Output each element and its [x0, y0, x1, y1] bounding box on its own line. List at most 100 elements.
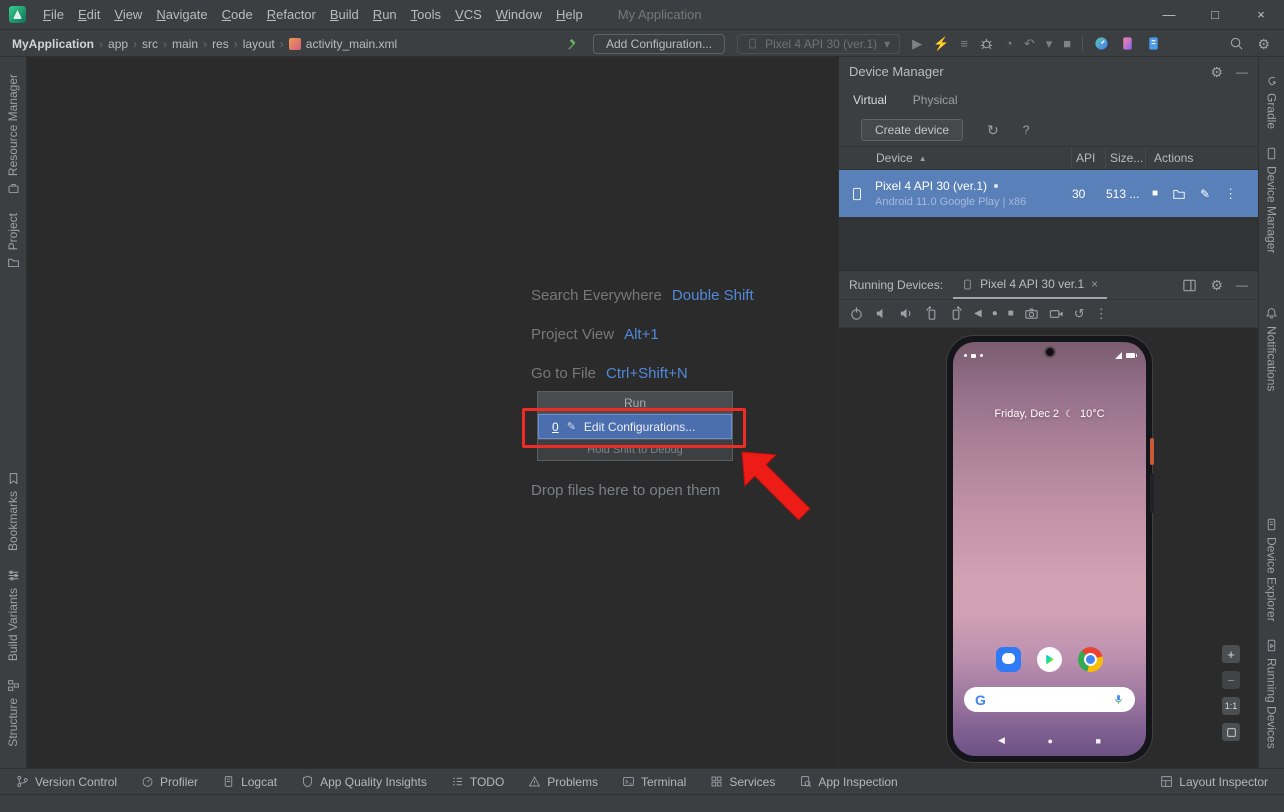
device-selector-dropdown[interactable]: Pixel 4 API 30 (ver.1) ▾	[737, 33, 901, 54]
apply-changes-icon[interactable]: ⚡	[933, 36, 949, 52]
sidebar-item-device-manager[interactable]: Device Manager	[1265, 138, 1279, 262]
sidebar-item-build-variants[interactable]: Build Variants	[6, 560, 20, 670]
add-configuration-button[interactable]: Add Configuration...	[593, 33, 726, 54]
sidebar-item-notifications[interactable]: Notifications	[1265, 298, 1279, 400]
bottom-item-profiler[interactable]: Profiler	[141, 775, 198, 789]
zoom-out-button[interactable]: −	[1222, 671, 1240, 689]
menu-navigate[interactable]: Navigate	[149, 0, 214, 30]
run-icon[interactable]: ▶	[912, 36, 922, 52]
search-everywhere-icon[interactable]	[1229, 36, 1244, 51]
bottom-item-version-control[interactable]: Version Control	[16, 775, 117, 789]
running-device-tab[interactable]: Pixel 4 API 30 ver.1 ×	[953, 271, 1108, 299]
help-icon[interactable]: ?	[1023, 124, 1030, 136]
column-size[interactable]: Size...	[1106, 147, 1146, 169]
sidebar-item-project[interactable]: Project	[6, 204, 20, 278]
menu-view[interactable]: View	[107, 0, 149, 30]
menu-vcs[interactable]: VCS	[448, 0, 489, 30]
menu-edit[interactable]: Edit	[71, 0, 107, 30]
nav-overview-icon[interactable]: ■	[1096, 736, 1101, 746]
phone-screen[interactable]: Friday, Dec 2 ☾ 10°C G ◀ ● ■	[953, 342, 1146, 756]
stop-device-icon[interactable]: ■	[1152, 188, 1158, 199]
tab-virtual[interactable]: Virtual	[853, 93, 887, 107]
bottom-item-problems[interactable]: Problems	[528, 775, 598, 789]
create-device-button[interactable]: Create device	[861, 118, 964, 141]
device-manager-icon[interactable]	[1120, 36, 1135, 51]
sidebar-item-structure[interactable]: Structure	[6, 670, 20, 756]
more-options-icon[interactable]: ⋮	[1095, 307, 1108, 320]
nav-overview-icon[interactable]: ■	[1008, 308, 1014, 319]
minimize-button[interactable]: —	[1146, 0, 1192, 30]
close-button[interactable]: ×	[1238, 0, 1284, 30]
breadcrumb-file[interactable]: activity_main.xml	[306, 37, 397, 51]
breadcrumb-src[interactable]: src	[142, 37, 158, 51]
edit-device-pencil-icon[interactable]: ✎	[1200, 187, 1210, 201]
stop-icon[interactable]: ■	[1063, 36, 1071, 51]
debug-bug-icon[interactable]	[979, 36, 994, 51]
nav-home-icon[interactable]: ●	[992, 308, 998, 319]
breadcrumb-app[interactable]: app	[108, 37, 128, 51]
rotate-right-icon[interactable]	[949, 306, 964, 321]
build-hammer-icon[interactable]	[566, 36, 581, 51]
menu-code[interactable]: Code	[215, 0, 260, 30]
column-device[interactable]: Device ▲	[839, 147, 1072, 169]
menu-refactor[interactable]: Refactor	[260, 0, 323, 30]
breadcrumb-res[interactable]: res	[212, 37, 229, 51]
breadcrumb-layout[interactable]: layout	[243, 37, 275, 51]
rotate-left-icon[interactable]	[924, 306, 939, 321]
profiler-gauge-icon[interactable]: ◔	[1005, 36, 1013, 51]
menu-file[interactable]: File	[36, 0, 71, 30]
sidebar-item-running-devices[interactable]: Running Devices	[1265, 630, 1279, 758]
menu-build[interactable]: Build	[323, 0, 366, 30]
chrome-app-icon[interactable]	[1078, 647, 1103, 672]
bottom-item-todo[interactable]: TODO	[451, 775, 504, 789]
screen-record-icon[interactable]	[1049, 306, 1064, 321]
volume-down-icon[interactable]	[874, 306, 889, 321]
settings-gear-icon[interactable]: ⚙	[1257, 37, 1270, 51]
undo-icon[interactable]: ↶	[1024, 36, 1035, 52]
run-configurations-list-icon[interactable]: ≡	[960, 36, 968, 51]
menu-run[interactable]: Run	[366, 0, 404, 30]
messages-app-icon[interactable]	[996, 647, 1021, 672]
sidebar-item-bookmarks[interactable]: Bookmarks	[6, 463, 20, 560]
sidebar-item-gradle[interactable]: Gradle	[1265, 65, 1279, 138]
menu-window[interactable]: Window	[489, 0, 549, 30]
hide-panel-icon[interactable]: —	[1236, 66, 1248, 78]
logcat-icon[interactable]	[1146, 36, 1161, 51]
bottom-item-layout-inspector[interactable]: Layout Inspector	[1160, 775, 1268, 789]
column-api[interactable]: API	[1072, 147, 1106, 169]
emulator-phone[interactable]: Friday, Dec 2 ☾ 10°C G ◀ ● ■	[946, 335, 1154, 763]
layout-mode-icon[interactable]	[1182, 278, 1197, 293]
device-table-row[interactable]: Pixel 4 API 30 (ver.1) Android 11.0 Goog…	[839, 170, 1258, 217]
zoom-ratio-button[interactable]: 1:1	[1222, 697, 1240, 715]
gear-icon[interactable]: ⚙	[1210, 278, 1223, 292]
folder-icon[interactable]	[1172, 187, 1186, 201]
snapshot-icon[interactable]: ↺	[1074, 307, 1085, 320]
close-tab-icon[interactable]: ×	[1091, 277, 1098, 291]
breadcrumb-project[interactable]: MyApplication	[12, 37, 94, 51]
nav-back-icon[interactable]: ◀	[974, 308, 982, 319]
sidebar-item-resource-manager[interactable]: Resource Manager	[6, 65, 20, 204]
refresh-icon[interactable]: ↻	[987, 123, 999, 137]
zoom-in-button[interactable]: +	[1222, 645, 1240, 663]
more-actions-icon[interactable]: ⋮	[1224, 186, 1237, 202]
gear-icon[interactable]: ⚙	[1210, 65, 1223, 79]
bottom-item-logcat[interactable]: Logcat	[222, 775, 277, 789]
zoom-fit-button[interactable]	[1222, 723, 1240, 741]
google-search-bar[interactable]: G	[964, 687, 1135, 712]
play-store-app-icon[interactable]	[1037, 647, 1062, 672]
nav-home-icon[interactable]: ●	[1048, 736, 1053, 746]
sidebar-item-device-explorer[interactable]: Device Explorer	[1265, 509, 1279, 631]
profiler-icon[interactable]	[1094, 36, 1109, 51]
bottom-item-app-quality-insights[interactable]: App Quality Insights	[301, 775, 427, 789]
mic-icon[interactable]	[1113, 693, 1124, 706]
breadcrumb-main[interactable]: main	[172, 37, 198, 51]
camera-icon[interactable]	[1024, 306, 1039, 321]
bottom-item-services[interactable]: Services	[710, 775, 775, 789]
tab-physical[interactable]: Physical	[913, 93, 958, 107]
volume-up-icon[interactable]	[899, 306, 914, 321]
menu-tools[interactable]: Tools	[404, 0, 448, 30]
nav-back-icon[interactable]: ◀	[998, 735, 1005, 746]
bottom-item-terminal[interactable]: Terminal	[622, 775, 686, 789]
maximize-button[interactable]: □	[1192, 0, 1238, 30]
hide-panel-icon[interactable]: —	[1236, 279, 1248, 291]
